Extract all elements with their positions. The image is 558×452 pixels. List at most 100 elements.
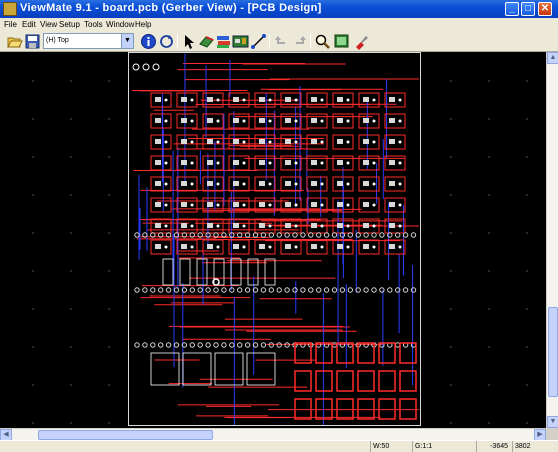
layers-icon[interactable]	[215, 33, 232, 50]
via	[216, 98, 220, 102]
pad-ring	[244, 342, 251, 348]
menu-tools[interactable]: Tools	[84, 18, 103, 31]
component-pad	[389, 160, 395, 165]
component-pad	[155, 139, 161, 144]
via	[320, 140, 324, 144]
component-pad	[181, 118, 187, 123]
component-pad	[233, 244, 239, 249]
component-pad	[207, 202, 213, 207]
screen-icon[interactable]	[333, 33, 350, 50]
component-pad	[285, 160, 291, 165]
via	[164, 203, 168, 207]
menu-file[interactable]: File	[4, 18, 17, 31]
via	[242, 245, 246, 249]
via	[398, 119, 402, 123]
layer-select-value: (H) Top	[46, 37, 69, 44]
component-pad	[363, 139, 369, 144]
menu-view[interactable]: View	[40, 18, 57, 31]
pcb-board[interactable]	[128, 52, 421, 426]
pad-ring	[379, 232, 385, 238]
square-pad	[399, 370, 417, 392]
pad-ring	[402, 232, 409, 238]
ic-outline	[182, 352, 212, 386]
component-pad	[259, 223, 265, 228]
pad-ring	[402, 287, 409, 293]
square-pad	[336, 370, 354, 392]
component-pad	[285, 223, 291, 228]
redo-icon[interactable]	[291, 33, 308, 50]
square-pad	[315, 342, 333, 364]
via	[294, 140, 298, 144]
save-icon[interactable]	[24, 33, 41, 50]
pad-ring	[150, 342, 156, 348]
component-pad	[181, 97, 187, 102]
via	[268, 140, 272, 144]
paint-icon[interactable]	[353, 33, 370, 50]
component-pad	[389, 181, 395, 186]
board-icon[interactable]	[232, 33, 249, 50]
via	[216, 140, 220, 144]
component-pad	[207, 244, 213, 249]
pad-ring	[142, 287, 148, 293]
zoom-icon[interactable]	[314, 33, 331, 50]
via	[372, 182, 376, 186]
pad-ring	[292, 287, 298, 293]
menu-edit[interactable]: Edit	[22, 18, 36, 31]
component-pad	[389, 223, 395, 228]
toolbar-separator	[310, 34, 311, 49]
minimize-button[interactable]: _	[505, 2, 519, 16]
undo-icon[interactable]	[273, 33, 290, 50]
menu-window[interactable]: Window	[106, 18, 134, 31]
component-pad	[285, 202, 291, 207]
component-pad	[233, 223, 239, 228]
refresh-icon[interactable]	[158, 33, 175, 50]
component-pad	[233, 202, 239, 207]
pcb-canvas[interactable]	[0, 52, 546, 428]
layer-select[interactable]: (H) Top ▼	[43, 33, 134, 49]
vertical-scroll-thumb[interactable]	[548, 307, 558, 397]
component-pad	[155, 202, 161, 207]
component-pad	[181, 244, 187, 249]
app-icon[interactable]	[3, 2, 17, 16]
via	[242, 119, 246, 123]
route-icon[interactable]	[250, 33, 267, 50]
via	[216, 161, 220, 165]
pad-ring	[300, 287, 306, 293]
menu-setup[interactable]: Setup	[59, 18, 80, 31]
square-pad	[294, 398, 312, 420]
vertical-scrollbar[interactable]: ▲ ▼	[546, 52, 558, 428]
menu-help[interactable]: Help	[135, 18, 151, 31]
chevron-down-icon[interactable]: ▼	[121, 34, 133, 48]
open-folder-icon[interactable]	[6, 33, 23, 50]
ic-outline	[179, 258, 191, 286]
via	[190, 119, 194, 123]
info-icon[interactable]	[140, 33, 157, 50]
view-3d-icon[interactable]	[198, 33, 215, 50]
maximize-button[interactable]: □	[521, 2, 535, 16]
ic-outline	[214, 352, 244, 386]
mounting-hole	[132, 63, 140, 71]
pad-ring	[300, 232, 306, 238]
square-pad	[336, 398, 354, 420]
mounting-hole	[152, 63, 160, 71]
horizontal-scroll-thumb[interactable]	[38, 430, 213, 440]
via	[190, 98, 194, 102]
pad-ring	[316, 287, 322, 293]
status-grid: G:1:1	[412, 441, 476, 452]
component-pad	[389, 202, 395, 207]
pad-ring	[173, 342, 180, 348]
via	[294, 119, 298, 123]
pad-ring	[323, 287, 330, 293]
horizontal-scrollbar[interactable]: ◀ ▶	[0, 428, 546, 441]
select-arrow-icon[interactable]	[181, 33, 198, 50]
via	[216, 245, 220, 249]
component-pad	[337, 223, 343, 228]
scroll-down-icon[interactable]: ▼	[547, 416, 558, 428]
scroll-up-icon[interactable]: ▲	[547, 52, 558, 64]
close-button[interactable]: ✕	[538, 2, 552, 16]
pad-ring	[276, 342, 282, 348]
pad-ring	[189, 287, 195, 293]
via	[268, 245, 272, 249]
pad-ring	[363, 287, 369, 293]
component-pad	[285, 97, 291, 102]
